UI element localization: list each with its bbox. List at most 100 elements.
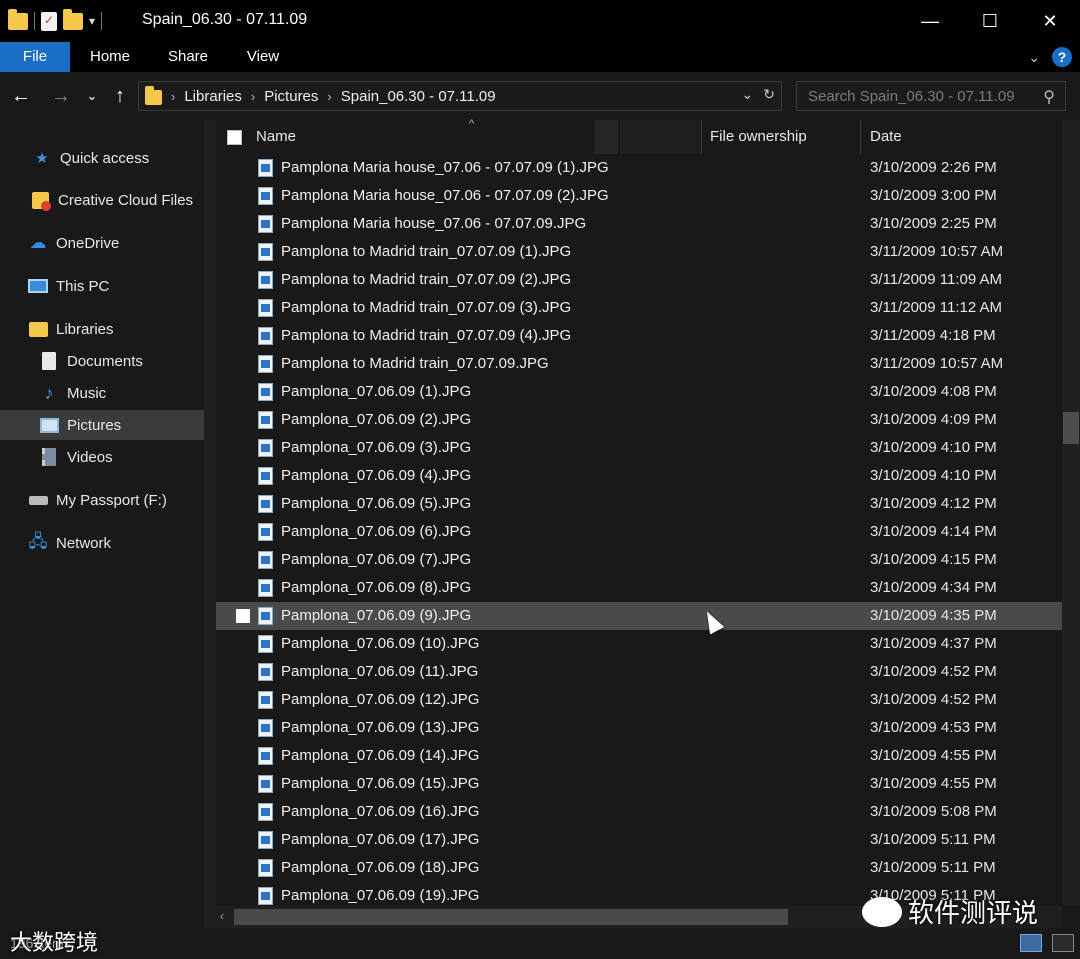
maximize-button[interactable]: ☐ <box>960 0 1020 42</box>
sidebar-item-quick-access[interactable]: ★ Quick access <box>0 143 204 173</box>
sidebar-item-label: Creative Cloud Files <box>58 191 194 209</box>
sidebar-item-music[interactable]: ♪ Music <box>0 378 204 408</box>
forward-button[interactable]: → <box>48 82 74 110</box>
breadcrumb-separator[interactable]: › <box>171 89 175 104</box>
file-row[interactable]: Pamplona_07.06.09 (15).JPG 3/10/2009 4:55… <box>216 770 1062 798</box>
folder-icon[interactable] <box>8 8 28 30</box>
sidebar-item-my-passport[interactable]: My Passport (F:) <box>0 485 204 515</box>
sidebar-item-creative-cloud-files[interactable]: Creative Cloud Files <box>0 185 204 215</box>
refresh-icon[interactable]: ↻ <box>763 86 775 103</box>
watermark-left: 大数跨境 <box>10 930 99 955</box>
onedrive-cloud-icon: ☁ <box>29 233 47 252</box>
file-row[interactable]: Pamplona_07.06.09 (4).JPG 3/10/2009 4:10 … <box>216 462 1062 490</box>
sidebar-item-this-pc[interactable]: This PC <box>0 271 204 301</box>
vertical-scroll-thumb[interactable] <box>1063 412 1079 444</box>
column-header-name[interactable]: Name <box>256 128 296 145</box>
recent-locations-button[interactable]: ⌄ <box>82 82 102 110</box>
file-row[interactable]: Pamplona_07.06.09 (17).JPG 3/10/2009 5:11… <box>216 826 1062 854</box>
file-date: 3/10/2009 4:15 PM <box>870 551 997 568</box>
ribbon-controls: ⌄ ? <box>1028 47 1072 67</box>
file-row[interactable]: Pamplona_07.06.09 (9).JPG 3/10/2009 4:35 … <box>216 602 1062 630</box>
file-row[interactable]: Pamplona_07.06.09 (8).JPG 3/10/2009 4:34 … <box>216 574 1062 602</box>
jpg-image-icon <box>258 243 273 261</box>
jpg-image-icon <box>258 719 273 737</box>
close-button[interactable]: ✕ <box>1020 0 1080 42</box>
file-row[interactable]: Pamplona to Madrid train_07.07.09.JPG 3/1… <box>216 350 1062 378</box>
horizontal-scroll-thumb[interactable] <box>234 909 788 925</box>
row-checkbox[interactable] <box>236 609 250 623</box>
breadcrumb-separator[interactable]: › <box>327 89 331 104</box>
file-row[interactable]: Pamplona to Madrid train_07.07.09 (3).JP… <box>216 294 1062 322</box>
address-bar[interactable]: › Libraries › Pictures › Spain_06.30 - 0… <box>138 81 782 111</box>
tab-file[interactable]: File <box>0 42 70 72</box>
file-row[interactable]: Pamplona Maria house_07.06 - 07.07.09 (2… <box>216 182 1062 210</box>
help-icon[interactable]: ? <box>1052 47 1072 67</box>
column-header-file-ownership[interactable]: File ownership <box>710 128 807 145</box>
file-row[interactable]: Pamplona_07.06.09 (13).JPG 3/10/2009 4:53… <box>216 714 1062 742</box>
column-header-date[interactable]: Date <box>870 128 902 145</box>
column-header-hidden[interactable] <box>594 120 618 154</box>
tab-share[interactable]: Share <box>158 42 218 72</box>
back-button[interactable]: ← <box>8 82 34 110</box>
search-input[interactable]: Search Spain_06.30 - 07.11.09 ⚲ <box>796 81 1066 111</box>
file-date: 3/10/2009 3:00 PM <box>870 187 997 204</box>
file-row[interactable]: Pamplona_07.06.09 (5).JPG 3/10/2009 4:12 … <box>216 490 1062 518</box>
file-row[interactable]: Pamplona to Madrid train_07.07.09 (4).JP… <box>216 322 1062 350</box>
new-folder-icon[interactable] <box>63 8 83 30</box>
customize-toolbar-icon[interactable]: ▾ <box>89 14 95 28</box>
sidebar-item-pictures[interactable]: Pictures <box>0 410 204 440</box>
file-row[interactable]: Pamplona_07.06.09 (16).JPG 3/10/2009 5:08… <box>216 798 1062 826</box>
file-row[interactable]: Pamplona_07.06.09 (2).JPG 3/10/2009 4:09 … <box>216 406 1062 434</box>
music-note-icon: ♪ <box>44 382 54 403</box>
file-name: Pamplona_07.06.09 (11).JPG <box>281 663 479 680</box>
minimize-button[interactable]: — <box>900 0 960 42</box>
sidebar-item-label: OneDrive <box>56 234 120 252</box>
computer-icon <box>28 279 48 293</box>
tab-view[interactable]: View <box>236 42 290 72</box>
file-row[interactable]: Pamplona_07.06.09 (11).JPG 3/10/2009 4:52… <box>216 658 1062 686</box>
file-row[interactable]: Pamplona to Madrid train_07.07.09 (2).JP… <box>216 266 1062 294</box>
file-date: 3/10/2009 4:10 PM <box>870 467 997 484</box>
file-row[interactable]: Pamplona_07.06.09 (3).JPG 3/10/2009 4:10 … <box>216 434 1062 462</box>
file-row[interactable]: Pamplona_07.06.09 (7).JPG 3/10/2009 4:15 … <box>216 546 1062 574</box>
file-row[interactable]: Pamplona_07.06.09 (12).JPG 3/10/2009 4:52… <box>216 686 1062 714</box>
breadcrumb-libraries[interactable]: Libraries <box>184 88 242 105</box>
pane-divider[interactable] <box>204 120 216 928</box>
navigation-bar: ← → ⌄ ↑ › Libraries › Pictures › Spain_0… <box>0 72 1080 120</box>
breadcrumb-separator[interactable]: › <box>251 89 255 104</box>
properties-icon[interactable] <box>41 11 57 31</box>
column-divider[interactable] <box>860 120 861 154</box>
sidebar-item-network[interactable]: 🖧 Network <box>0 528 204 558</box>
scroll-left-icon[interactable]: ‹ <box>220 909 224 923</box>
file-row[interactable]: Pamplona_07.06.09 (18).JPG 3/10/2009 5:11… <box>216 854 1062 882</box>
file-name: Pamplona_07.06.09 (4).JPG <box>281 467 472 484</box>
select-all-checkbox[interactable] <box>227 130 242 145</box>
sidebar-item-onedrive[interactable]: ☁ OneDrive <box>0 228 204 258</box>
address-dropdown-icon[interactable]: ⌄ <box>742 86 754 103</box>
file-row[interactable]: Pamplona_07.06.09 (10).JPG 3/10/2009 4:37… <box>216 630 1062 658</box>
file-row[interactable]: Pamplona Maria house_07.06 - 07.07.09 (1… <box>216 154 1062 182</box>
large-icons-view-icon[interactable] <box>1052 934 1074 952</box>
tab-home[interactable]: Home <box>80 42 140 72</box>
breadcrumb-pictures[interactable]: Pictures <box>264 88 318 105</box>
up-button[interactable]: ↑ <box>107 82 133 110</box>
file-name: Pamplona to Madrid train_07.07.09 (1).JP… <box>281 243 572 260</box>
file-date: 3/10/2009 4:55 PM <box>870 775 997 792</box>
details-view-icon[interactable] <box>1020 934 1042 952</box>
column-header-hidden[interactable] <box>620 120 700 154</box>
expand-ribbon-icon[interactable]: ⌄ <box>1028 49 1040 66</box>
jpg-image-icon <box>258 467 273 485</box>
search-icon[interactable]: ⚲ <box>1043 87 1055 107</box>
column-divider[interactable] <box>701 120 702 154</box>
file-row[interactable]: Pamplona_07.06.09 (14).JPG 3/10/2009 4:55… <box>216 742 1062 770</box>
sidebar-item-videos[interactable]: Videos <box>0 442 204 472</box>
vertical-scrollbar[interactable] <box>1062 120 1080 906</box>
libraries-folder-icon <box>28 321 48 337</box>
file-row[interactable]: Pamplona_07.06.09 (6).JPG 3/10/2009 4:14 … <box>216 518 1062 546</box>
file-row[interactable]: Pamplona_07.06.09 (1).JPG 3/10/2009 4:08 … <box>216 378 1062 406</box>
file-row[interactable]: Pamplona to Madrid train_07.07.09 (1).JP… <box>216 238 1062 266</box>
file-row[interactable]: Pamplona Maria house_07.06 - 07.07.09.JP… <box>216 210 1062 238</box>
sidebar-item-documents[interactable]: Documents <box>0 346 204 376</box>
breadcrumb-current-folder[interactable]: Spain_06.30 - 07.11.09 <box>341 88 496 105</box>
sidebar-item-libraries[interactable]: Libraries <box>0 314 204 344</box>
